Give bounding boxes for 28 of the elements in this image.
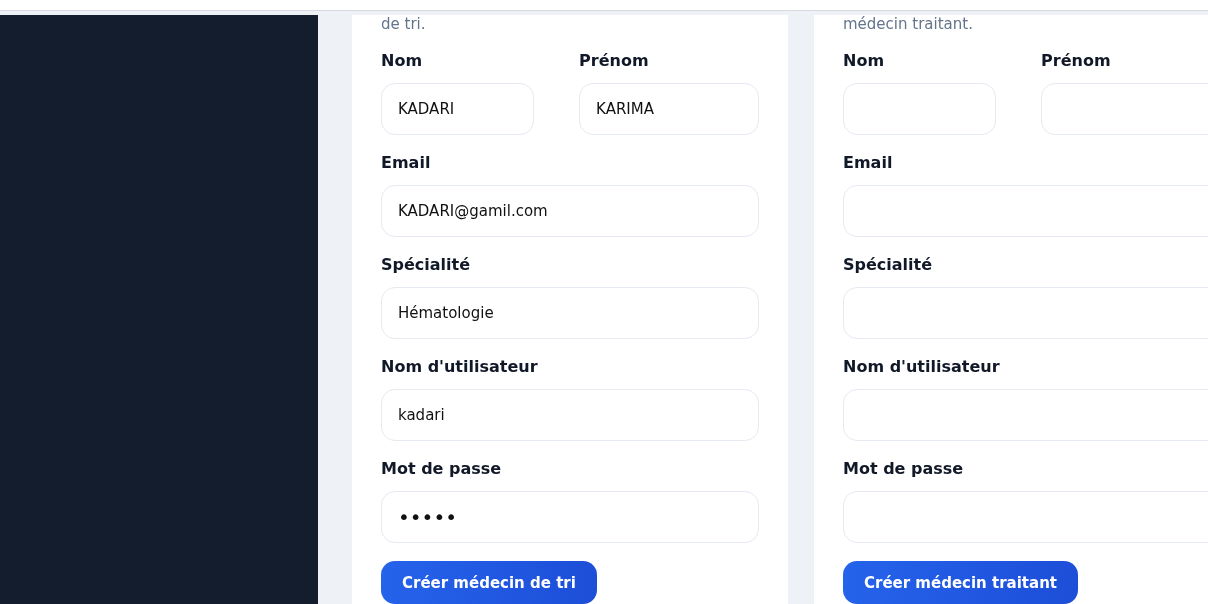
input-field[interactable]: KARIMA xyxy=(579,83,759,135)
input-field[interactable] xyxy=(843,389,1208,441)
field-label: Spécialité xyxy=(843,254,934,276)
form-description: de tri. xyxy=(381,15,427,33)
field-label: Spécialité xyxy=(381,254,472,276)
create-button[interactable]: Créer médecin traitant xyxy=(843,561,1078,604)
field-label: Prénom xyxy=(1041,50,1112,72)
input-field[interactable]: KADARI@gamil.com xyxy=(381,185,759,237)
password-field[interactable]: ••••• xyxy=(381,491,759,543)
input-field[interactable]: kadari xyxy=(381,389,759,441)
input-field[interactable] xyxy=(843,287,1208,339)
field-label: Mot de passe xyxy=(381,458,503,480)
field-label: Email xyxy=(381,152,432,174)
password-field[interactable] xyxy=(843,491,1208,543)
create-button[interactable]: Créer médecin de tri xyxy=(381,561,597,604)
field-label: Nom xyxy=(381,50,424,72)
form-description: médecin traitant. xyxy=(843,15,974,33)
field-label: Nom d'utilisateur xyxy=(381,356,539,378)
field-label: Mot de passe xyxy=(843,458,965,480)
field-label: Prénom xyxy=(579,50,650,72)
field-label: Nom d'utilisateur xyxy=(843,356,1001,378)
input-field[interactable] xyxy=(843,185,1208,237)
field-label: Email xyxy=(843,152,894,174)
input-field[interactable]: KADARI xyxy=(381,83,535,135)
input-field[interactable]: Hématologie xyxy=(381,287,759,339)
input-field[interactable] xyxy=(843,83,997,135)
input-field[interactable] xyxy=(1041,83,1208,135)
field-label: Nom xyxy=(843,50,886,72)
